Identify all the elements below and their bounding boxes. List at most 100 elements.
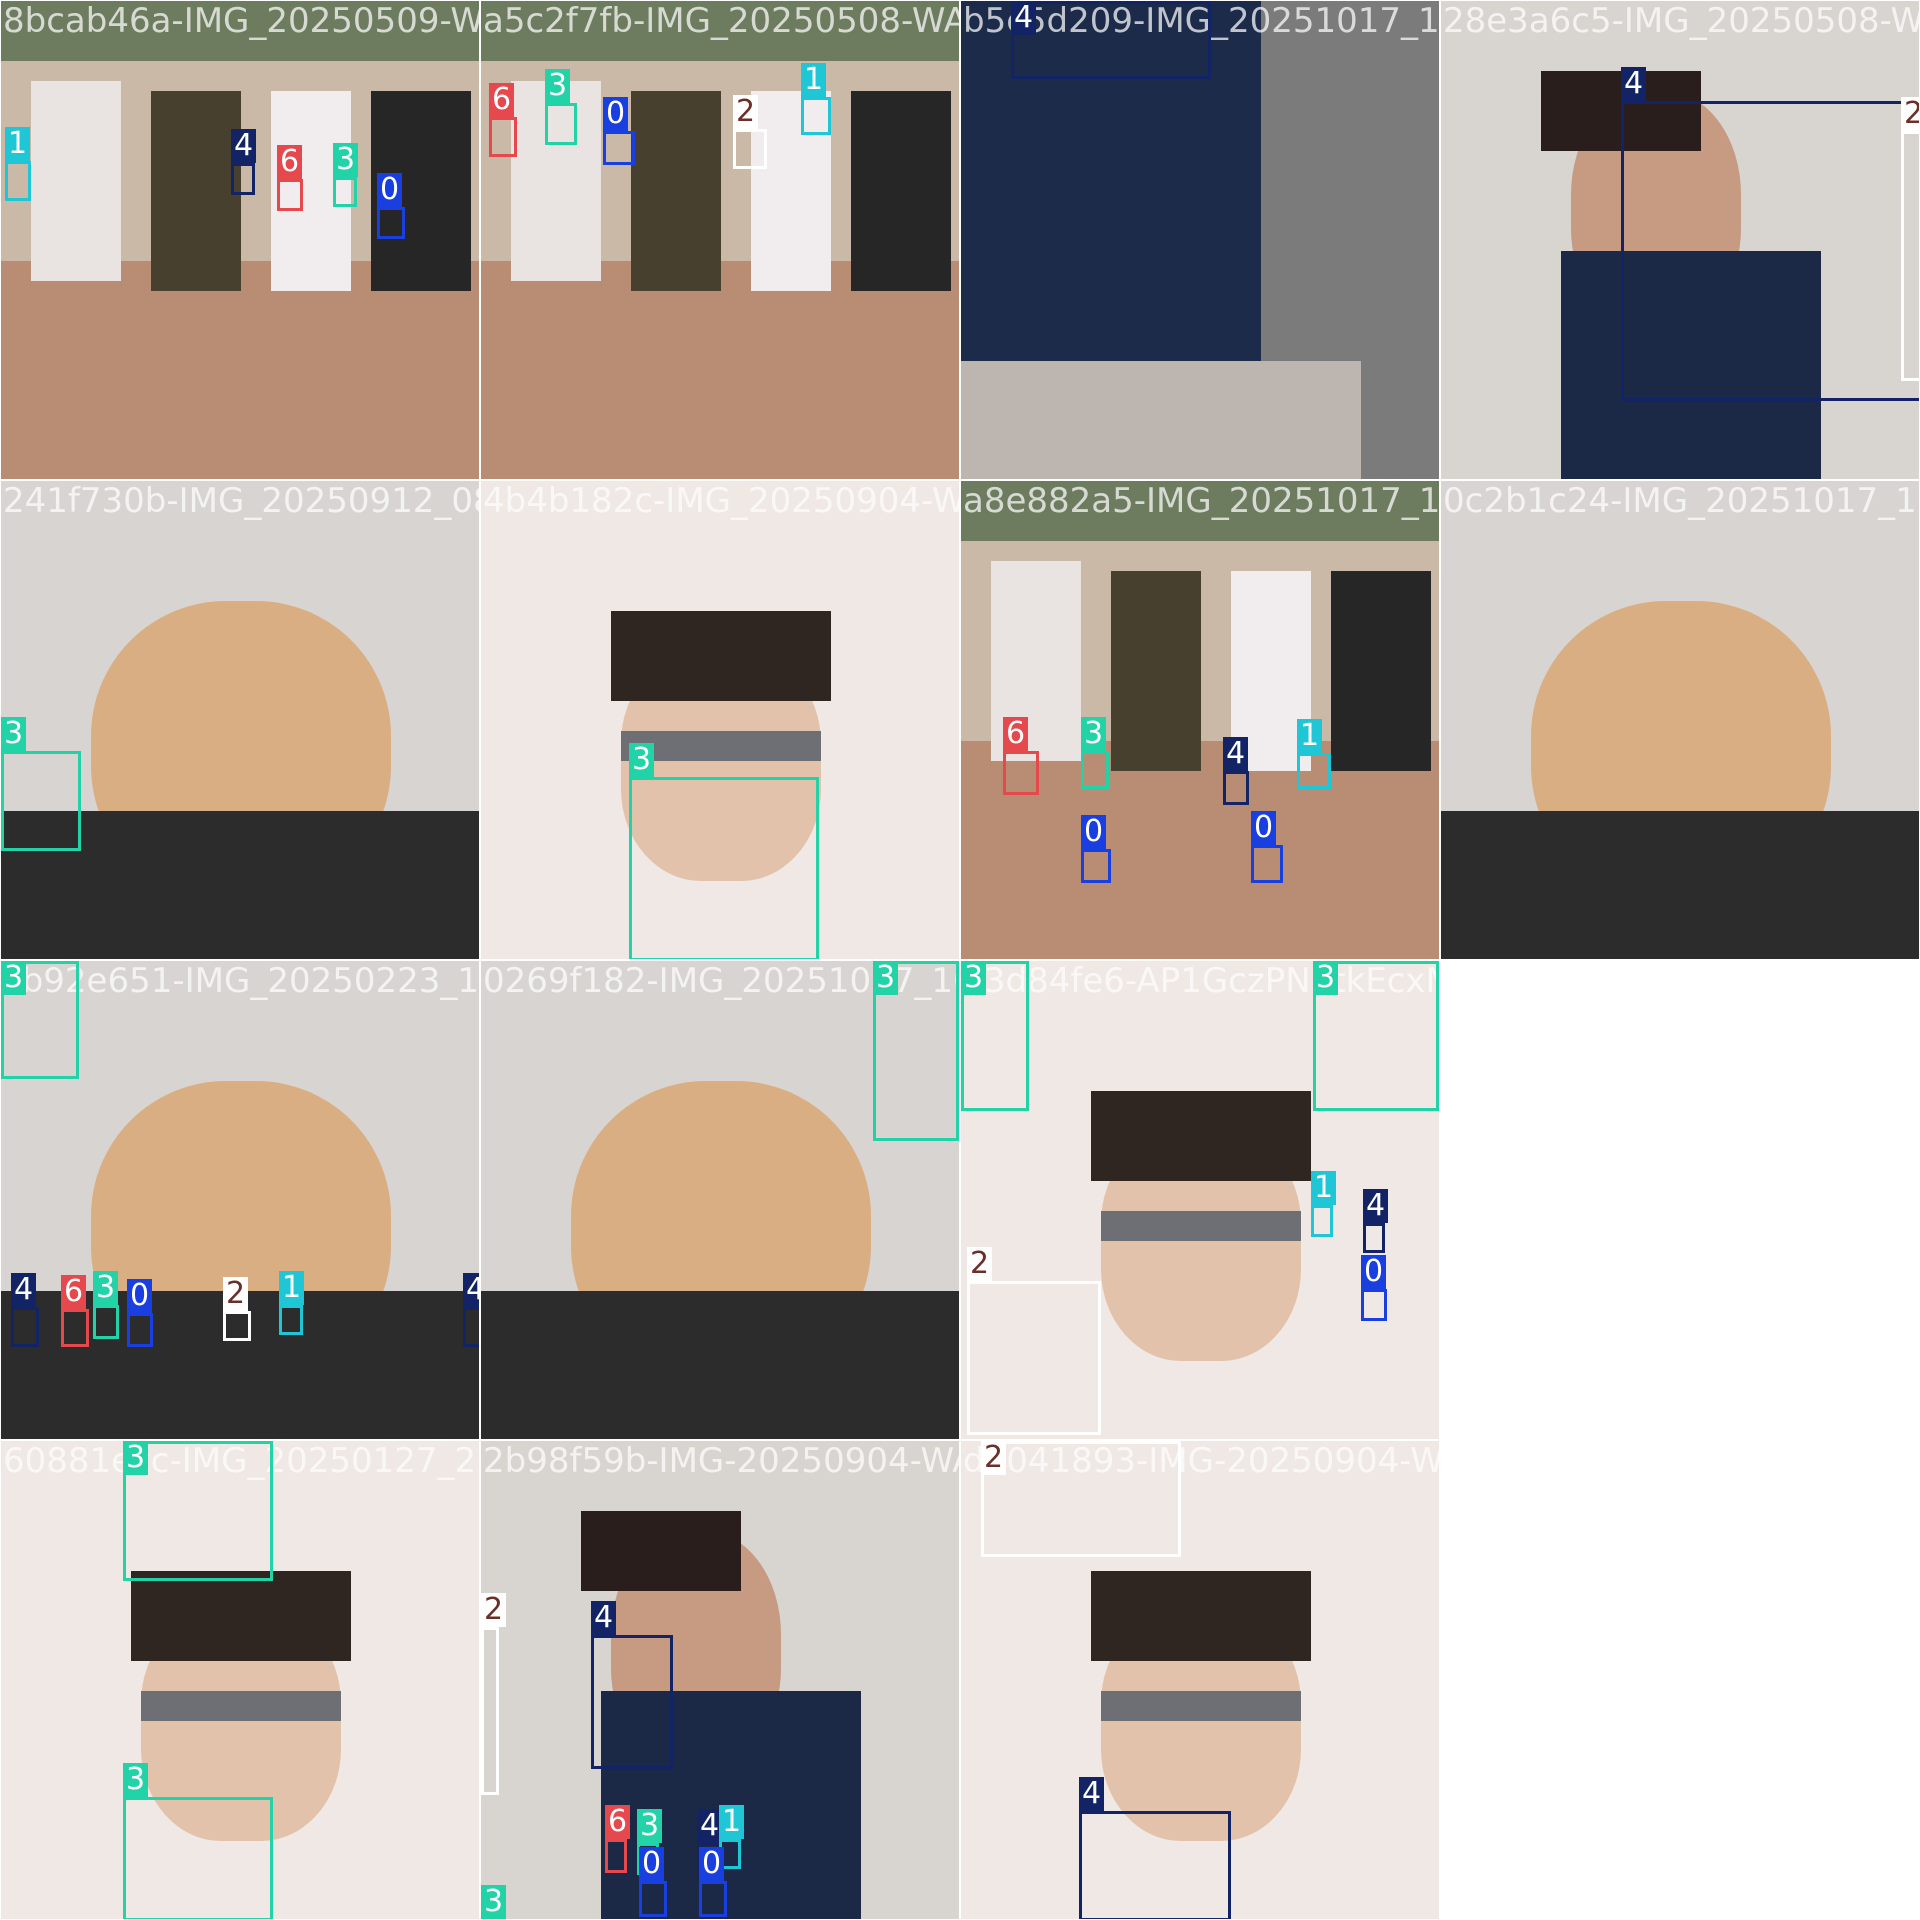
detection-box bbox=[123, 1797, 273, 1919]
detection-box bbox=[127, 1313, 153, 1347]
photo-region bbox=[961, 361, 1361, 479]
detection-box bbox=[981, 1441, 1181, 1557]
photo-region bbox=[1091, 1571, 1311, 1661]
detection-box bbox=[333, 177, 357, 207]
detection-box bbox=[967, 1281, 1101, 1435]
detection-label: 2 bbox=[223, 1277, 249, 1311]
photo-region bbox=[151, 91, 241, 291]
detection-label: 3 bbox=[873, 961, 899, 995]
photo-region bbox=[631, 91, 721, 291]
detection-label: 1 bbox=[719, 1805, 745, 1839]
detection-box bbox=[1081, 849, 1111, 883]
mosaic-tile-10: e3d84fe6-AP1GczPNptkEcxM7qDq_m0d0AHdcqP3… bbox=[960, 960, 1440, 1440]
mosaic-tile-14: d6041893-IMG-20250904-WA0016.jpg24 bbox=[960, 1440, 1440, 1920]
detection-box bbox=[1621, 101, 1919, 401]
detection-label: 4 bbox=[1011, 1, 1037, 35]
mosaic-tile-1: a5c2f7fb-IMG_20250508-WA0019.jpg 630 2 1 bbox=[480, 0, 960, 480]
detection-label: 3 bbox=[93, 1271, 119, 1305]
detection-box bbox=[93, 1305, 119, 1339]
detection-label: 4 bbox=[463, 1273, 479, 1307]
photo-region bbox=[1101, 1691, 1301, 1721]
detection-box bbox=[1901, 131, 1919, 381]
detection-label: 0 bbox=[1251, 811, 1277, 845]
detection-box bbox=[61, 1309, 89, 1347]
detection-label: 0 bbox=[1361, 1255, 1387, 1289]
detection-label: 4 bbox=[1363, 1189, 1389, 1223]
detection-box bbox=[591, 1635, 673, 1769]
detection-label: 3 bbox=[637, 1809, 663, 1843]
detection-box bbox=[605, 1839, 627, 1873]
detection-box bbox=[5, 161, 31, 201]
photo-region bbox=[1111, 571, 1201, 771]
detection-box bbox=[639, 1881, 667, 1917]
photo-region bbox=[1331, 571, 1431, 771]
mosaic-tile-7: 0c2b1c24-IMG_20251017_1 bbox=[1440, 480, 1920, 960]
detection-label: 0 bbox=[377, 173, 403, 207]
photo-region bbox=[481, 261, 959, 479]
detection-label: 2 bbox=[967, 1247, 993, 1281]
detection-box bbox=[801, 97, 831, 135]
detection-label: 3 bbox=[961, 961, 987, 995]
detection-box bbox=[699, 1881, 727, 1917]
detection-label: 4 bbox=[1079, 1777, 1105, 1811]
photo-region bbox=[1441, 811, 1919, 959]
detection-label: 3 bbox=[333, 143, 359, 177]
detection-label: 2 bbox=[481, 1593, 507, 1627]
tile-filename: 4b4b182c-IMG_20250904-WA0008.jpg bbox=[483, 481, 959, 521]
detection-label: 3 bbox=[1, 961, 27, 995]
photo-region bbox=[611, 611, 831, 701]
photo-region bbox=[31, 81, 121, 281]
detection-box bbox=[545, 103, 577, 145]
photo-region bbox=[1091, 1091, 1311, 1181]
detection-label: 3 bbox=[123, 1441, 149, 1475]
detection-label: 6 bbox=[61, 1275, 87, 1309]
tile-filename: 241f730b-IMG_20250912_084518.jpg bbox=[3, 481, 480, 521]
mosaic-tile-12: 60881ecc-IMG_20250127_224948.jpg33 bbox=[0, 1440, 480, 1920]
detection-box bbox=[481, 1627, 499, 1795]
detection-box bbox=[279, 1305, 303, 1335]
mosaic-tile-5: 4b4b182c-IMG_20250904-WA0008.jpg 3 bbox=[480, 480, 960, 960]
detection-box bbox=[1003, 751, 1039, 795]
detection-label: 0 bbox=[127, 1279, 153, 1313]
detection-label: 3 bbox=[1313, 961, 1339, 995]
detection-label: 6 bbox=[489, 83, 515, 117]
detection-label: 2 bbox=[981, 1441, 1007, 1475]
detection-box bbox=[1363, 1223, 1385, 1253]
detection-label: 3 bbox=[629, 743, 655, 777]
detection-label: 6 bbox=[277, 145, 303, 179]
detection-label: 3 bbox=[481, 1885, 507, 1919]
tile-filename: 0c2b1c24-IMG_20251017_1 bbox=[1443, 481, 1917, 521]
detection-box bbox=[231, 163, 255, 195]
detection-label: 0 bbox=[639, 1847, 665, 1881]
tile-filename: 8bcab46a-IMG_20250509-WA0014.jpg bbox=[3, 1, 480, 41]
detection-box bbox=[603, 131, 635, 165]
mosaic-tile-6: a8e882a5-IMG_20251017_105826.jpg 6 3 4 1 0 0 bbox=[960, 480, 1440, 960]
detection-label: 3 bbox=[123, 1763, 149, 1797]
detection-label: 3 bbox=[1, 717, 27, 751]
mosaic-tile-4: 241f730b-IMG_20250912_084518.jpg 3 bbox=[0, 480, 480, 960]
detection-label: 4 bbox=[11, 1273, 37, 1307]
tile-filename: 2b98f59b-IMG-20250904-WA0018.jpg bbox=[483, 1441, 960, 1481]
detection-box bbox=[463, 1307, 479, 1347]
detection-box bbox=[733, 129, 767, 169]
detection-label: 4 bbox=[591, 1601, 617, 1635]
detection-label: 4 bbox=[1223, 737, 1249, 771]
detection-label: 1 bbox=[1311, 1171, 1337, 1205]
detection-label: 3 bbox=[1081, 717, 1107, 751]
detection-box bbox=[1223, 771, 1249, 805]
detection-box bbox=[377, 207, 405, 239]
detection-label: 0 bbox=[699, 1847, 725, 1881]
tile-filename: a5c2f7fb-IMG_20250508-WA0019.jpg bbox=[483, 1, 960, 41]
mosaic-tile-9: 0269f182-IMG_20251017_102724.jpg3 bbox=[480, 960, 960, 1440]
detection-box bbox=[277, 179, 303, 211]
detection-label: 1 bbox=[801, 63, 827, 97]
mosaic-tile-0: 8bcab46a-IMG_20250509-WA0014.jpg 1 4630 bbox=[0, 0, 480, 480]
tile-filename: 28e3a6c5-IMG_20250508-WA0016.jpg bbox=[1443, 1, 1920, 41]
detection-box bbox=[489, 117, 517, 157]
detection-box bbox=[1081, 751, 1109, 789]
mosaic-tile-2: b5c5d209-IMG_20251017_123763.jpg4 bbox=[960, 0, 1440, 480]
detection-label: 0 bbox=[1081, 815, 1107, 849]
mosaic-tile-15 bbox=[1440, 1440, 1918, 1918]
detection-box bbox=[1, 751, 81, 851]
detection-label: 2 bbox=[733, 95, 759, 129]
